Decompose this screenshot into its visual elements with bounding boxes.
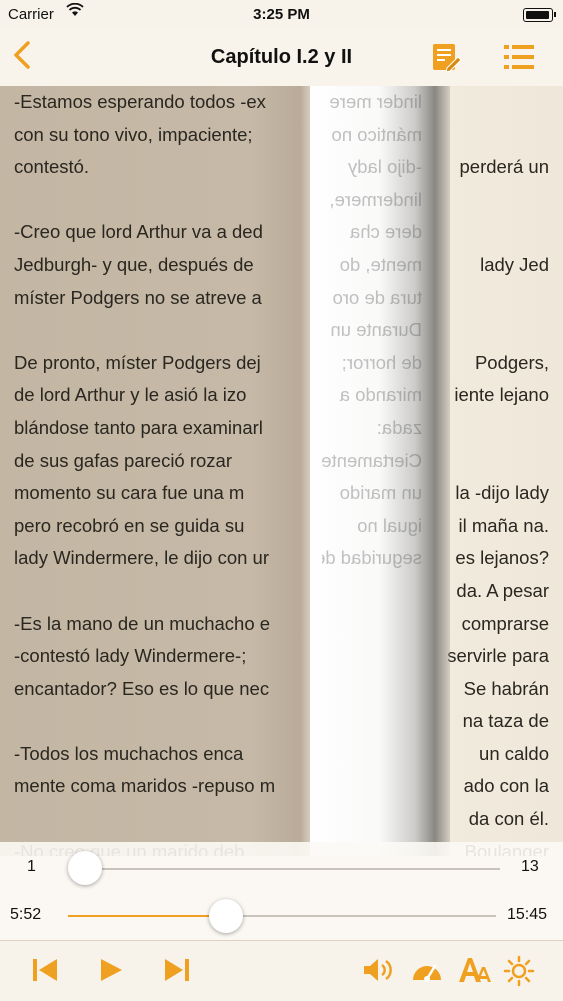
- curl-text-line: mirando a: [339, 384, 422, 406]
- elapsed-time: 5:52: [10, 906, 42, 923]
- page-text-line-right: ado con la: [463, 775, 549, 797]
- page-text-line: blándose tanto para examinarl: [14, 416, 263, 438]
- chapter-slider-track[interactable]: [70, 868, 500, 870]
- time-slider-track[interactable]: [68, 915, 496, 917]
- curl-text-line: lindermere,: [329, 188, 422, 210]
- page-text-line-right: [440, 282, 549, 315]
- page-text-line-right: [440, 119, 549, 152]
- page-text-line-right: da con él.: [468, 808, 549, 830]
- page-text-line: -Todos los muchachos enca: [14, 742, 244, 764]
- page-text-line-right: lady Jed: [480, 253, 549, 275]
- chapter-title: Capítulo I.2 y II: [210, 46, 353, 68]
- page-text-line: contestó.: [14, 156, 90, 178]
- page-text-line: [14, 575, 310, 608]
- page-text-line: con su tono vivo, impaciente;: [14, 123, 253, 145]
- page-text-line-right: un caldo: [479, 742, 549, 764]
- page-text: -Estamos esperando todos -ex con su tono …: [14, 86, 310, 856]
- skip-previous-icon[interactable]: [30, 955, 64, 987]
- page-text-line: Jedburgh- y que, después de: [14, 253, 254, 275]
- page-text-line: pero recobró en se guida su: [14, 514, 245, 536]
- speed-gauge-icon[interactable]: [410, 955, 444, 987]
- curl-text-line: seguridad de: [322, 547, 422, 569]
- page-text-line-right: la -dijo lady: [455, 482, 549, 504]
- page-text-line-right: [440, 184, 549, 217]
- page-curl-backside-text: linder mere mántico no -dijo lady lindermer…: [322, 86, 422, 856]
- curl-text-line: tura de oro: [332, 286, 422, 308]
- page-text-line: [14, 184, 310, 217]
- curl-text-line: mente, do: [339, 253, 422, 275]
- battery-icon: [523, 8, 556, 22]
- page-text-line: de lord Arthur y le asió la izo: [14, 384, 247, 406]
- curl-text-line: mántico no: [331, 123, 423, 145]
- nav-bar: Capítulo I.2 y II: [0, 30, 563, 87]
- edit-note-icon[interactable]: [431, 42, 462, 73]
- curl-text-line: -dijo lady: [347, 156, 422, 178]
- curl-text-line: Durante un: [330, 319, 422, 341]
- chapter-slider-max: 13: [521, 858, 539, 875]
- curl-text-line: de horror;: [341, 351, 422, 373]
- page-text-line: [14, 803, 310, 836]
- page-text-line-right: [440, 445, 549, 478]
- slider-panel: 1 13 5:52 15:45: [0, 842, 563, 940]
- status-bar: Carrier 3:25 PM: [0, 0, 563, 30]
- page-text-line: míster Podgers no se atreve a: [14, 286, 262, 308]
- page-text-line: [14, 705, 310, 738]
- page-text-line-right: perderá un: [459, 156, 549, 178]
- font-size-icon[interactable]: [457, 955, 491, 987]
- chapter-slider-thumb[interactable]: [68, 851, 102, 885]
- page-text-line: momento su cara fue una m: [14, 482, 245, 504]
- page-text-line: -Es la mano de un muchacho e: [14, 612, 271, 634]
- page-text-line: mente coma maridos -repuso m: [14, 775, 276, 797]
- curl-text-line: Ciertamente: [322, 449, 422, 471]
- curl-text-line: igual no: [357, 514, 422, 536]
- brightness-icon[interactable]: [503, 955, 537, 987]
- page-text-line-right: da. A pesar: [456, 579, 549, 601]
- page-text-line-right: es lejanos?: [455, 547, 549, 569]
- skip-next-icon[interactable]: [162, 955, 196, 987]
- page-text-line-right: [440, 216, 549, 249]
- page-text-line: -Creo que lord Arthur va a ded: [14, 221, 263, 243]
- page-text-line: encantador? Eso es lo que nec: [14, 677, 270, 699]
- curl-text-line: linder mere: [329, 91, 422, 112]
- page-text-line-right: Se habrán: [463, 677, 549, 699]
- page-text-line-right: [440, 314, 549, 347]
- page-text-line: lady Windermere, le dijo con ur: [14, 547, 269, 569]
- page-text-right: perderá un lady Jed Podgers, iente lejano la…: [440, 86, 549, 856]
- time-slider-fill: [68, 915, 227, 917]
- total-time: 15:45: [507, 906, 548, 923]
- page-text-line: -Estamos esperando todos -ex: [14, 91, 266, 112]
- book-page[interactable]: -Estamos esperando todos -ex con su tono …: [0, 86, 563, 856]
- curl-text-line: zada:: [376, 416, 422, 438]
- page-text-line: -contestó lady Windermere-;: [14, 645, 247, 667]
- time-slider-thumb[interactable]: [209, 899, 244, 933]
- page-text-line-right: [440, 86, 549, 119]
- page-text-line-right: il maña na.: [458, 514, 550, 536]
- page-text-line-right: iente lejano: [454, 384, 549, 406]
- page-text-line-right: comprarse: [461, 612, 549, 634]
- page-text-line: De pronto, míster Podgers dej: [14, 351, 261, 373]
- list-icon[interactable]: [503, 42, 535, 72]
- page-text-line-right: na taza de: [462, 710, 549, 732]
- page-text-line-right: Podgers,: [474, 351, 549, 373]
- page-text-line: [14, 314, 310, 347]
- curl-text-line: un marido: [339, 482, 422, 504]
- player-toolbar: [0, 940, 563, 1001]
- page-text-line-right: servirle para: [447, 645, 549, 667]
- status-time: 3:25 PM: [253, 6, 310, 23]
- volume-icon[interactable]: [362, 955, 396, 987]
- play-icon[interactable]: [96, 955, 130, 987]
- page-text-line-right: [440, 412, 549, 445]
- curl-text-line: dere cha: [350, 221, 422, 243]
- page-text-line: de sus gafas pareció rozar: [14, 449, 233, 471]
- chapter-slider-min: 1: [27, 858, 36, 875]
